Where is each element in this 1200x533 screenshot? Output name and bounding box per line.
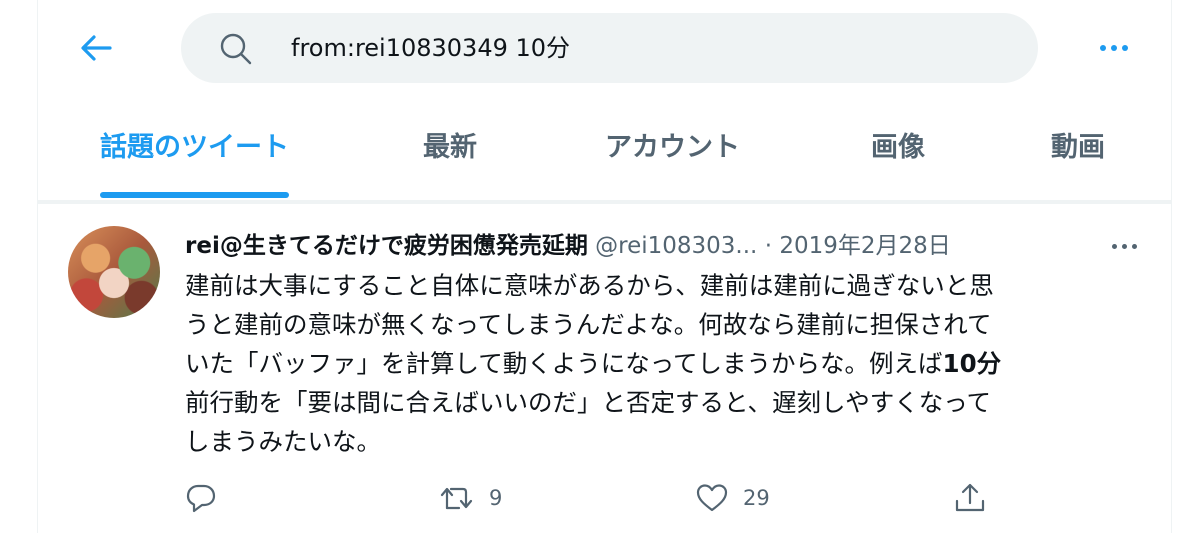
- reply-button[interactable]: [185, 478, 231, 518]
- tab-label: 画像: [871, 132, 925, 163]
- tweet-text-line: しまうみたいな。: [185, 427, 381, 456]
- tweet-separator: ·: [764, 233, 772, 259]
- tab-label: アカウント: [605, 132, 740, 163]
- tweet-text-line: 建前は大事にすること自体に意味があるから、建前は建前に過ぎないと思: [185, 271, 994, 300]
- tweet-date[interactable]: 2019年2月28日: [779, 233, 950, 259]
- tab-label: 動画: [1051, 132, 1105, 163]
- tweet-header: rei@生きてるだけで疲労困憊発売延期 @rei108303... · 2019…: [185, 228, 1145, 264]
- heart-icon: [696, 484, 728, 512]
- tweet-text-line: いた「バッファ」を計算して動くようになってしまうからな。例えば10分: [185, 344, 1135, 383]
- tweet-text: 建前は大事にすること自体に意味があるから、建前は建前に過ぎないと思 うと建前の意…: [185, 266, 1135, 461]
- active-tab-indicator: [100, 192, 289, 198]
- search-highlight: 10分: [942, 349, 1002, 378]
- tab-accounts[interactable]: アカウント: [605, 110, 740, 200]
- tweet-author-handle[interactable]: @rei108303...: [595, 233, 757, 259]
- tweet-author-name[interactable]: rei@生きてるだけで疲労困憊発売延期: [185, 233, 588, 259]
- tab-label: 話題のツイート: [100, 132, 289, 163]
- search-icon: [219, 32, 253, 70]
- like-button[interactable]: 29: [695, 478, 770, 518]
- avatar[interactable]: [68, 226, 160, 318]
- tab-label: 最新: [423, 132, 477, 163]
- tab-images[interactable]: 画像: [871, 110, 925, 200]
- search-bar[interactable]: from:rei10830349 10分: [181, 13, 1038, 83]
- back-button[interactable]: [74, 26, 118, 70]
- tab-top[interactable]: 話題のツイート: [100, 110, 289, 200]
- tweet-more-button[interactable]: [1106, 238, 1142, 254]
- tab-latest[interactable]: 最新: [423, 110, 477, 200]
- tweet-text-line: 前行動を「要は間に合えばいいのだ」と否定すると、遅刻しやすくなって: [185, 388, 992, 417]
- search-input[interactable]: from:rei10830349 10分: [291, 13, 570, 83]
- tab-videos[interactable]: 動画: [1051, 110, 1105, 200]
- more-dots-icon: [1111, 243, 1137, 249]
- share-button[interactable]: [953, 478, 987, 518]
- like-count: 29: [743, 486, 770, 510]
- arrow-left-icon: [81, 35, 112, 61]
- more-dots-icon: [1100, 45, 1128, 51]
- share-icon: [955, 483, 985, 512]
- tweet-actions: 9 29: [185, 478, 1145, 518]
- tweet-text-segment: いた「バッファ」を計算して動くようになってしまうからな。例えば: [185, 349, 943, 378]
- retweet-button[interactable]: 9: [439, 478, 502, 518]
- search-tabs: 話題のツイート 最新 アカウント 画像 動画: [38, 110, 1171, 200]
- retweet-icon: [440, 487, 473, 510]
- retweet-count: 9: [489, 486, 503, 510]
- tabs-divider: [38, 200, 1171, 204]
- more-options-button[interactable]: [1094, 36, 1134, 60]
- reply-icon: [186, 484, 216, 513]
- tweet-text-line: うと建前の意味が無くなってしまうんだよな。何故なら建前に担保されて: [185, 310, 992, 339]
